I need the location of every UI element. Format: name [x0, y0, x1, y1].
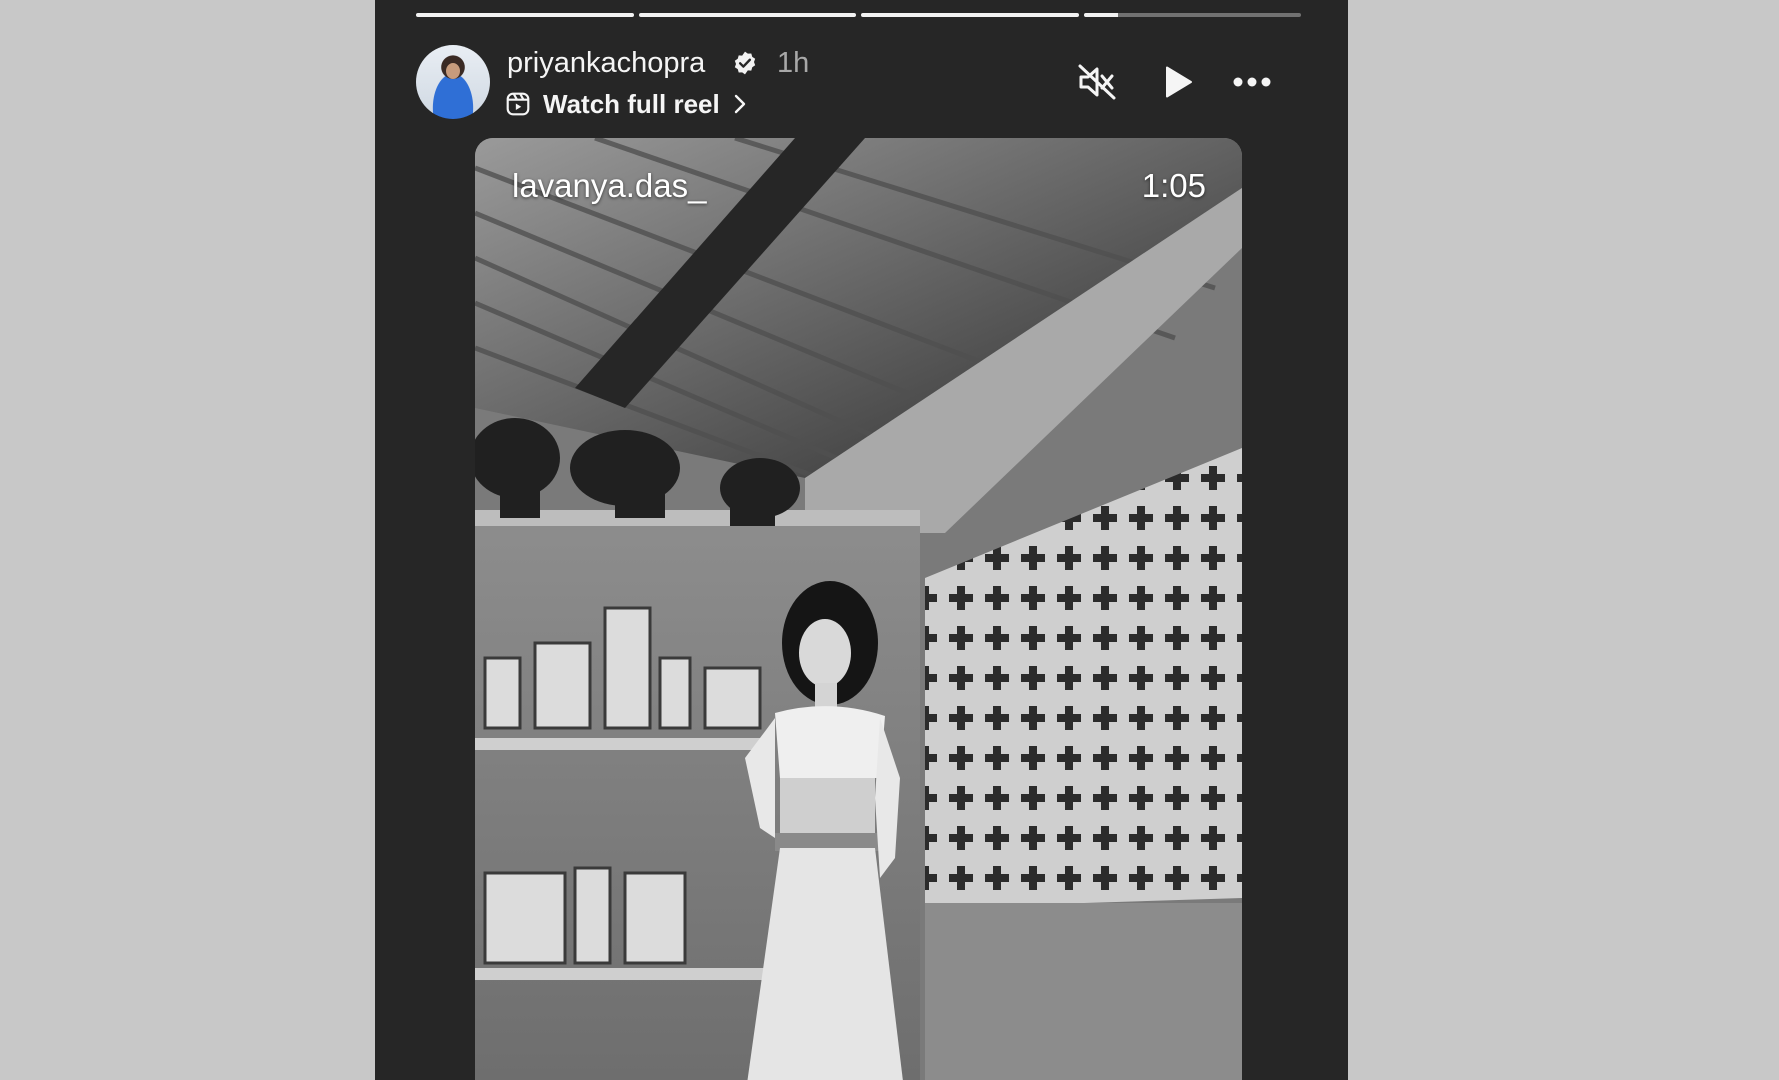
chevron-right-icon: [734, 94, 745, 114]
reel-preview[interactable]: lavanya.das_ 1:05: [475, 138, 1242, 1080]
more-horizontal-icon[interactable]: [1230, 62, 1274, 102]
reel-video-frame: [475, 138, 1242, 1080]
avatar[interactable]: [416, 45, 490, 119]
story-viewer: priyankachopra 1h Watch full reel lavany…: [375, 0, 1348, 1080]
reel-icon: [506, 92, 530, 116]
watch-full-reel-link[interactable]: Watch full reel: [505, 86, 748, 122]
play-icon[interactable]: [1155, 62, 1199, 102]
progress-segment: [861, 13, 1079, 17]
reel-username[interactable]: lavanya.das_: [512, 166, 706, 206]
reel-duration: 1:05: [1141, 167, 1206, 204]
progress-segment: [1083, 13, 1301, 17]
progress-segment: [416, 13, 634, 17]
verified-badge-icon: [734, 51, 756, 75]
story-username[interactable]: priyankachopra: [507, 45, 705, 81]
story-time-ago: 1h: [777, 47, 810, 79]
speaker-muted-icon[interactable]: [1075, 62, 1119, 102]
progress-segment: [638, 13, 856, 17]
story-progress-bar: [416, 13, 1301, 17]
watch-full-reel-label: Watch full reel: [543, 89, 720, 119]
